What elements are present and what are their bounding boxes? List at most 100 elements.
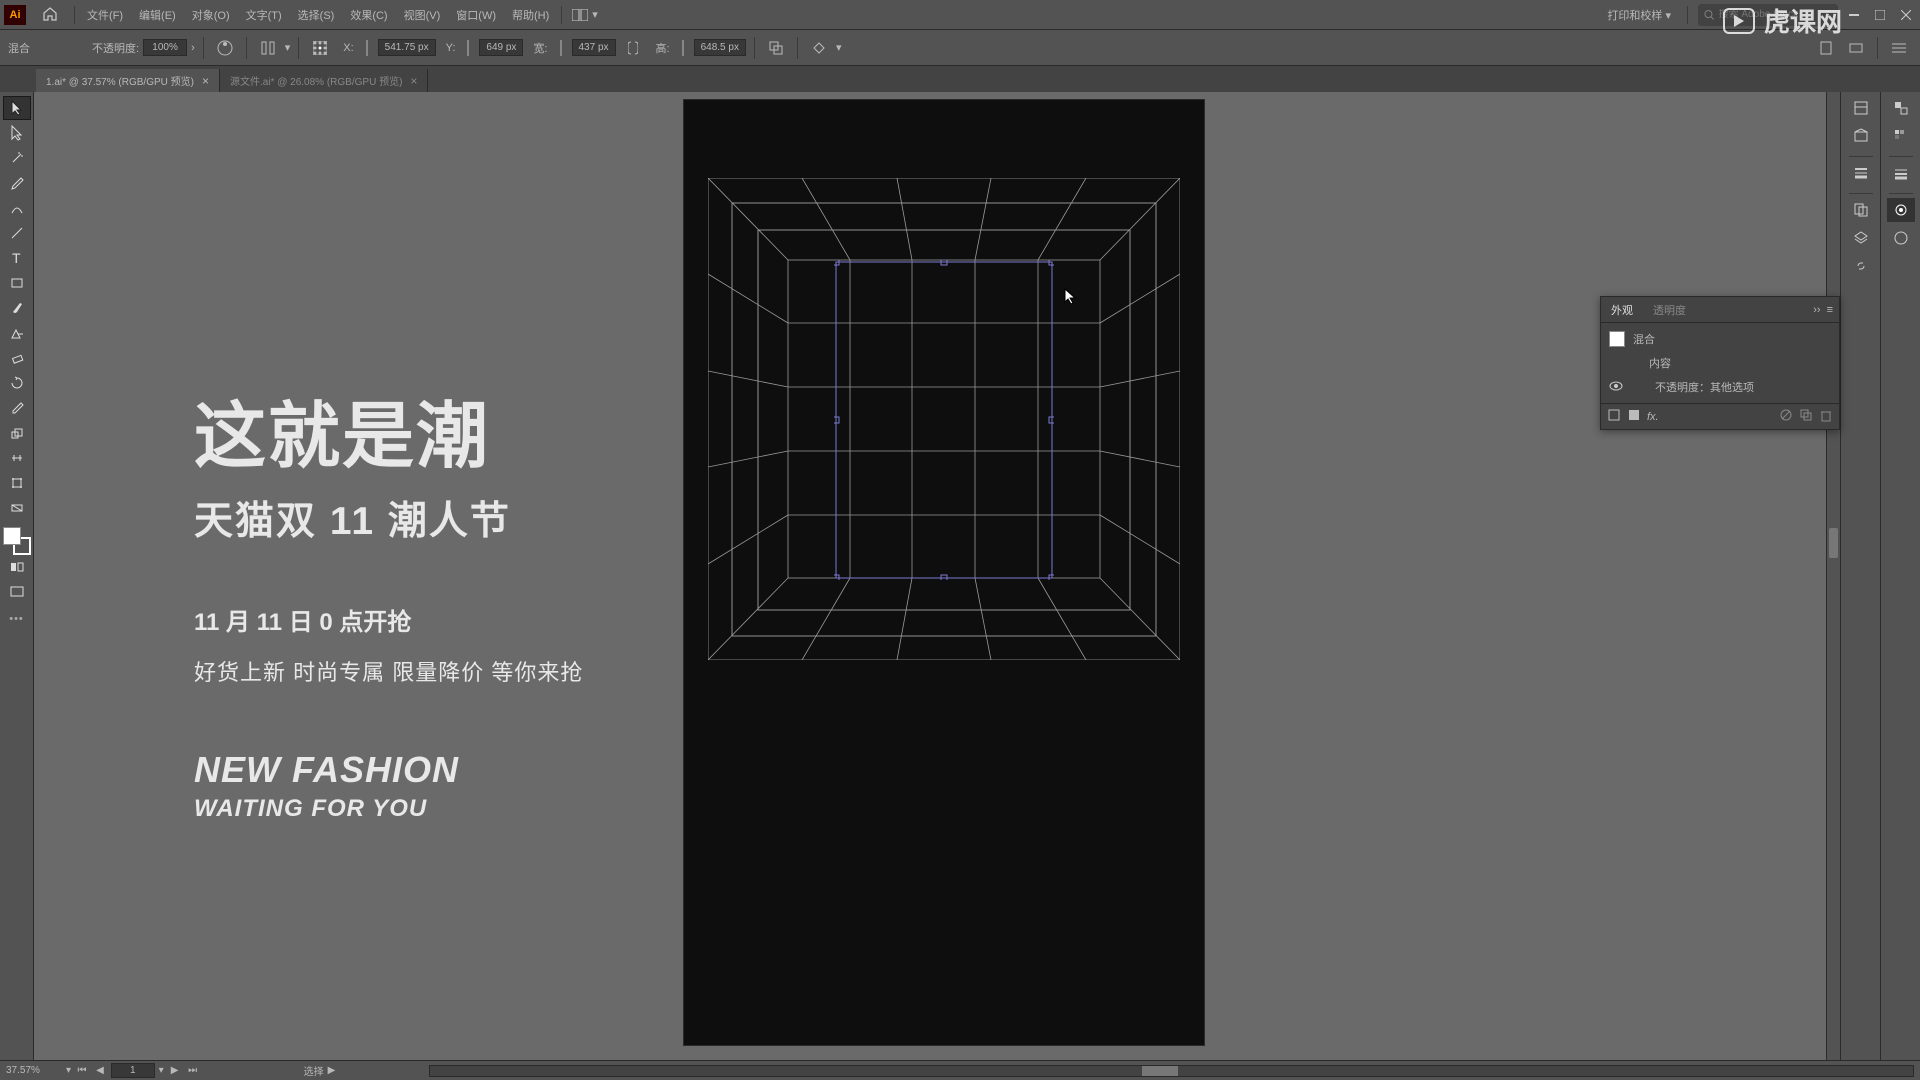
screen-mode-icon[interactable] — [3, 580, 31, 604]
trash-icon[interactable] — [1819, 408, 1833, 425]
menu-window[interactable]: 窗口(W) — [448, 7, 504, 23]
graphic-styles-panel-icon[interactable] — [1887, 226, 1915, 250]
menu-select[interactable]: 选择(S) — [290, 7, 343, 23]
w-value[interactable]: 437 px — [572, 39, 616, 56]
stroke-panel-icon[interactable] — [1847, 161, 1875, 185]
panel-menu-icon[interactable] — [1886, 35, 1912, 61]
eyedropper-tool[interactable] — [3, 396, 31, 420]
x-value[interactable]: 541.75 px — [378, 39, 436, 56]
zoom-level[interactable]: 37.57% — [6, 1065, 62, 1076]
add-effect-icon[interactable]: fx. — [1647, 411, 1659, 423]
pen-tool[interactable] — [3, 171, 31, 195]
panel-tab-transparency[interactable]: 透明度 — [1643, 302, 1696, 318]
tab-close-icon[interactable]: × — [202, 74, 209, 88]
tab-inactive[interactable]: 源文件.ai* @ 26.08% (RGB/GPU 预览) × — [220, 69, 428, 92]
brushes-panel-icon[interactable] — [1887, 161, 1915, 185]
free-transform-tool[interactable] — [3, 471, 31, 495]
more-dropdown-icon[interactable]: ▾ — [836, 41, 842, 54]
transform-ref-icon[interactable] — [307, 35, 333, 61]
appearance-row-opacity[interactable]: 不透明度：其他选项 — [1601, 375, 1839, 399]
search-input[interactable] — [1719, 9, 1832, 20]
shape-mode-icon[interactable] — [763, 35, 789, 61]
panel-tab-appearance[interactable]: 外观 — [1601, 302, 1643, 318]
scrollbar-thumb[interactable] — [1829, 528, 1838, 558]
appearance-panel[interactable]: 外观 透明度 ›› ≡ 混合 内容 不透明度：其他选项 fx. — [1600, 296, 1840, 430]
line-tool[interactable] — [3, 221, 31, 245]
shaper-tool[interactable] — [3, 321, 31, 345]
align-dropdown-icon[interactable]: ▾ — [285, 41, 291, 54]
appearance-panel-icon[interactable] — [1887, 198, 1915, 222]
prev-artboard-icon[interactable]: ◀ — [93, 1065, 107, 1076]
maximize-button[interactable] — [1870, 8, 1890, 22]
first-artboard-icon[interactable]: ⏮ — [75, 1065, 89, 1076]
workspace-switcher[interactable]: 打印和校样 ▾ — [1601, 7, 1677, 23]
duplicate-icon[interactable] — [1799, 408, 1813, 425]
align-icon[interactable] — [255, 35, 281, 61]
links-panel-icon[interactable] — [1847, 254, 1875, 278]
width-tool[interactable] — [3, 446, 31, 470]
h-value[interactable]: 648.5 px — [694, 39, 746, 56]
paintbrush-tool[interactable] — [3, 296, 31, 320]
menu-type[interactable]: 文字(T) — [238, 7, 290, 23]
artboard-number[interactable]: 1 — [111, 1063, 155, 1078]
zoom-dropdown-icon[interactable]: ▾ — [66, 1065, 71, 1076]
prefs-icon[interactable] — [1843, 35, 1869, 61]
status-menu-icon[interactable]: ▶ — [328, 1065, 336, 1076]
appearance-row-blend[interactable]: 混合 — [1601, 327, 1839, 351]
type-tool[interactable]: T — [3, 246, 31, 270]
draw-mode-icon[interactable] — [3, 555, 31, 579]
tab-active[interactable]: 1.ai* @ 37.57% (RGB/GPU 预览) × — [36, 69, 220, 92]
scrollbar-thumb[interactable] — [1142, 1066, 1178, 1076]
appearance-row-contents[interactable]: 内容 — [1601, 351, 1839, 375]
minimize-button[interactable] — [1844, 8, 1864, 22]
gradient-tool[interactable] — [3, 496, 31, 520]
magic-wand-tool[interactable] — [3, 146, 31, 170]
opacity-value[interactable]: 100% — [143, 39, 187, 56]
canvas-area[interactable]: 这就是潮 天猫双 11 潮人节 11 月 11 日 0 点开抢 好货上新 时尚专… — [34, 92, 1840, 1060]
link-xy-icon[interactable] — [360, 35, 374, 61]
arrange-docs-button[interactable]: ▾ — [566, 8, 604, 21]
vertical-scrollbar[interactable] — [1826, 92, 1840, 1060]
curvature-tool[interactable] — [3, 196, 31, 220]
rectangle-tool[interactable] — [3, 271, 31, 295]
menu-object[interactable]: 对象(O) — [184, 7, 238, 23]
add-fill-icon[interactable] — [1607, 408, 1621, 425]
selection-tool[interactable] — [3, 96, 31, 120]
next-artboard-icon[interactable]: ▶ — [168, 1065, 182, 1076]
properties-panel-icon[interactable] — [1847, 96, 1875, 120]
swatches-panel-icon[interactable] — [1887, 124, 1915, 148]
panel-collapse-icon[interactable]: ›› — [1813, 304, 1820, 316]
recolor-icon[interactable] — [212, 35, 238, 61]
link-wh-icon[interactable] — [620, 35, 646, 61]
search-box[interactable] — [1698, 4, 1838, 26]
add-stroke-icon[interactable] — [1627, 408, 1641, 425]
last-artboard-icon[interactable]: ⏭ — [186, 1065, 200, 1076]
menu-file[interactable]: 文件(F) — [79, 7, 131, 23]
menu-help[interactable]: 帮助(H) — [504, 7, 557, 23]
clear-icon[interactable] — [1779, 408, 1793, 425]
menu-edit[interactable]: 编辑(E) — [131, 7, 184, 23]
tab-close-icon[interactable]: × — [410, 74, 417, 88]
close-button[interactable] — [1896, 8, 1916, 22]
home-icon[interactable] — [42, 6, 60, 24]
artboard-dropdown-icon[interactable]: ▾ — [159, 1065, 164, 1076]
fill-stroke-swatches[interactable] — [3, 527, 31, 555]
y-value[interactable]: 649 px — [479, 39, 523, 56]
visibility-icon[interactable] — [1609, 381, 1623, 394]
layers-panel-icon[interactable] — [1847, 226, 1875, 250]
menu-view[interactable]: 视图(V) — [396, 7, 449, 23]
panel-menu-icon[interactable]: ≡ — [1827, 304, 1833, 316]
fill-swatch[interactable] — [3, 527, 21, 545]
eraser-tool[interactable] — [3, 346, 31, 370]
libraries-panel-icon[interactable] — [1847, 124, 1875, 148]
toolbar-expand-icon[interactable]: ••• — [9, 613, 24, 625]
direct-selection-tool[interactable] — [3, 121, 31, 145]
color-panel-icon[interactable] — [1887, 96, 1915, 120]
doc-setup-icon[interactable] — [1813, 35, 1839, 61]
artboards-panel-icon[interactable] — [1847, 198, 1875, 222]
menu-effect[interactable]: 效果(C) — [342, 7, 395, 23]
rotate-tool[interactable] — [3, 371, 31, 395]
horizontal-scrollbar[interactable] — [429, 1065, 1914, 1077]
opacity-dropdown-icon[interactable]: › — [191, 42, 195, 54]
isolate-icon[interactable] — [806, 35, 832, 61]
